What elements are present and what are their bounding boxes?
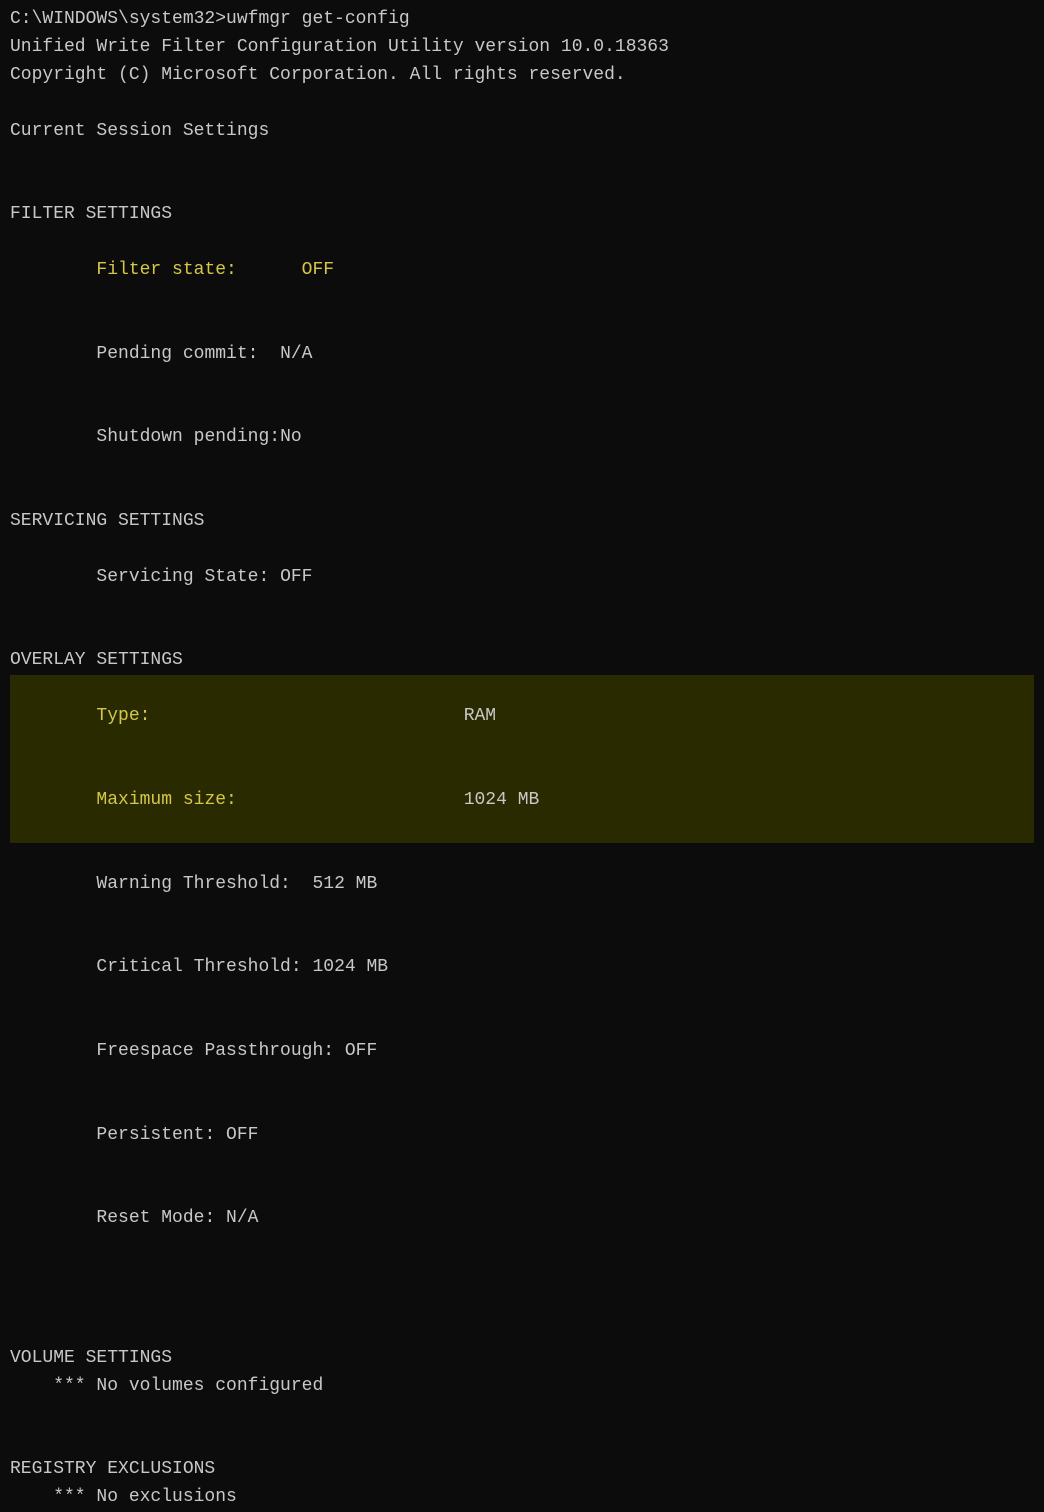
servicing-state-value: OFF <box>280 567 312 587</box>
no-exclusions-line: *** No exclusions <box>10 1484 1034 1512</box>
type-label: Type: <box>53 706 463 726</box>
warning-threshold-value: 512 MB <box>312 874 377 894</box>
shutdown-pending-value: No <box>280 427 302 447</box>
max-size-value: 1024 MB <box>464 790 540 810</box>
max-size-line: Maximum size: 1024 MB <box>10 759 1034 843</box>
reset-mode-label: Reset Mode: <box>53 1208 226 1228</box>
prompt-line: C:\WINDOWS\system32>uwfmgr get-config <box>10 6 1034 34</box>
no-volumes-line: *** No volumes configured <box>10 1373 1034 1401</box>
critical-threshold-line: Critical Threshold: 1024 MB <box>10 926 1034 1010</box>
persistent-line: Persistent: OFF <box>10 1094 1034 1178</box>
reset-mode-line: Reset Mode: N/A <box>10 1177 1034 1261</box>
pending-commit-line: Pending commit: N/A <box>10 313 1034 397</box>
critical-threshold-label: Critical Threshold: <box>53 957 312 977</box>
pending-commit-value: N/A <box>280 344 312 364</box>
type-line: Type: RAM <box>10 675 1034 759</box>
filter-state-line: Filter state: OFF <box>10 229 1034 313</box>
filter-state-value: OFF <box>302 260 334 280</box>
shutdown-pending-line: Shutdown pending:No <box>10 396 1034 480</box>
freespace-passthrough-value: OFF <box>345 1041 377 1061</box>
volume-settings-header: VOLUME SETTINGS <box>10 1345 1034 1373</box>
copyright-line: Copyright (C) Microsoft Corporation. All… <box>10 62 1034 90</box>
persistent-label: Persistent: <box>53 1125 226 1145</box>
servicing-state-label: Servicing State: <box>53 567 280 587</box>
type-value: RAM <box>464 706 496 726</box>
warning-threshold-line: Warning Threshold: 512 MB <box>10 843 1034 927</box>
freespace-passthrough-line: Freespace Passthrough: OFF <box>10 1010 1034 1094</box>
utility-title: Unified Write Filter Configuration Utili… <box>10 34 1034 62</box>
shutdown-pending-label: Shutdown pending: <box>53 427 280 447</box>
terminal-window: C:\WINDOWS\system32>uwfmgr get-config Un… <box>0 0 1044 974</box>
registry-exclusions-header: REGISTRY EXCLUSIONS <box>10 1456 1034 1484</box>
freespace-passthrough-label: Freespace Passthrough: <box>53 1041 345 1061</box>
filter-state-label: Filter state: <box>53 260 301 280</box>
servicing-state-line: Servicing State: OFF <box>10 536 1034 620</box>
critical-threshold-value: 1024 MB <box>312 957 388 977</box>
servicing-settings-header: SERVICING SETTINGS <box>10 508 1034 536</box>
warning-threshold-label: Warning Threshold: <box>53 874 312 894</box>
pending-commit-label: Pending commit: <box>53 344 280 364</box>
reset-mode-value: N/A <box>226 1208 258 1228</box>
persistent-value: OFF <box>226 1125 258 1145</box>
max-size-label: Maximum size: <box>53 790 463 810</box>
current-session-header: Current Session Settings <box>10 118 1034 146</box>
overlay-settings-header: OVERLAY SETTINGS <box>10 647 1034 675</box>
filter-settings-header: FILTER SETTINGS <box>10 201 1034 229</box>
